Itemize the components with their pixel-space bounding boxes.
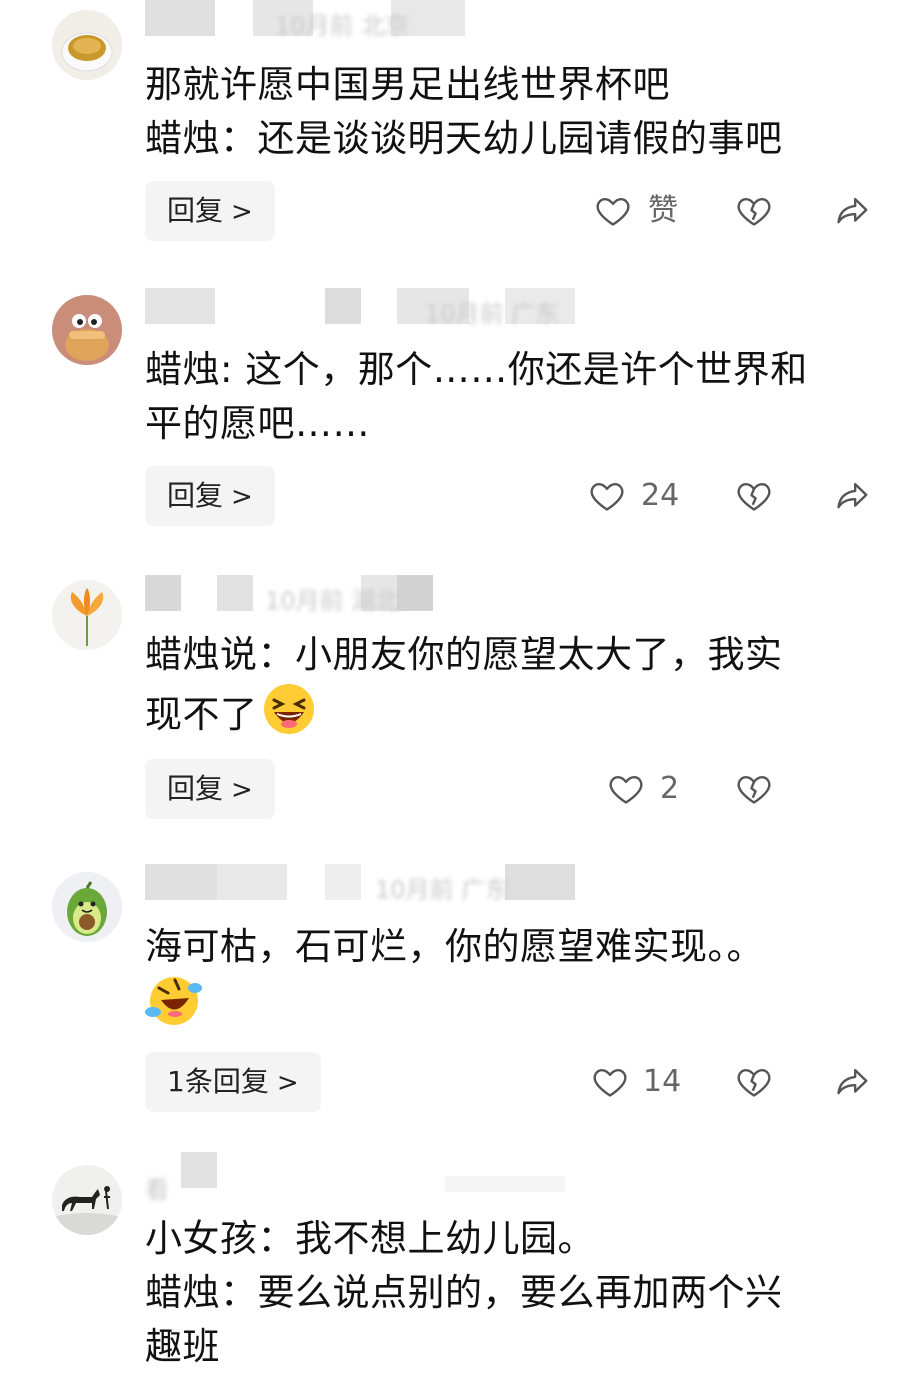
like-count: 14 — [643, 1064, 682, 1099]
comment-text: 蜡烛说：小朋友你的愿望太大了，我实 现不了 — [145, 628, 885, 751]
broken-heart-icon[interactable] — [735, 477, 773, 515]
cartoon-face-icon — [52, 295, 122, 365]
meta-text: 10月前 广东 — [425, 300, 560, 328]
share-arrow-icon[interactable] — [833, 1063, 871, 1101]
blurred-user-meta: 10月前 广东 — [145, 864, 585, 904]
meta-text: 10月前 广东 — [375, 876, 510, 904]
like-count: 24 — [641, 478, 680, 513]
blurred-user-meta: 10月前 北京 — [145, 0, 585, 40]
avatar[interactable] — [52, 580, 122, 650]
heart-outline-icon[interactable] — [607, 770, 645, 808]
avatar[interactable] — [52, 10, 122, 80]
reply-button[interactable]: 回复 > — [145, 759, 275, 819]
chevron-right-icon: > — [231, 775, 253, 805]
lily-flower-icon — [52, 580, 122, 650]
rolling-laugh-emoji-icon — [145, 974, 203, 1043]
laughing-emoji-icon — [262, 682, 316, 751]
meta-text: 看 — [145, 1176, 169, 1204]
blurred-user-meta: 看 — [145, 1152, 585, 1204]
broken-heart-icon[interactable] — [735, 1063, 773, 1101]
broken-heart-icon[interactable] — [735, 770, 773, 808]
tea-cup-icon — [52, 10, 122, 80]
chevron-right-icon: > — [231, 482, 253, 512]
comment-text: 那就许愿中国男足出线世界杯吧 蜡烛：还是谈谈明天幼儿园请假的事吧 — [145, 63, 783, 160]
reply-button[interactable]: 回复 > — [145, 466, 275, 526]
broken-heart-icon[interactable] — [735, 192, 773, 230]
avocado-icon — [52, 872, 122, 942]
avatar[interactable] — [52, 1165, 122, 1235]
chevron-right-icon: > — [276, 1068, 299, 1098]
comment-text: 海可枯，石可烂，你的愿望难实现。。 — [145, 920, 885, 1043]
comment-text: 小女孩：我不想上幼儿园。 蜡烛：要么说点别的，要么再加两个兴 趣班 — [145, 1217, 783, 1368]
ink-horse-icon — [52, 1165, 122, 1235]
avatar[interactable] — [52, 872, 122, 942]
meta-text: 10月前 湖北 — [265, 587, 400, 615]
chevron-right-icon: > — [231, 197, 253, 227]
meta-text: 10月前 北京 — [275, 12, 410, 40]
heart-outline-icon[interactable] — [591, 1063, 629, 1101]
share-arrow-icon[interactable] — [833, 477, 871, 515]
heart-outline-icon[interactable] — [588, 477, 626, 515]
like-label: 赞 — [648, 193, 678, 228]
comment-text: 蜡烛: 这个，那个……你还是许个世界和 平的愿吧…… — [145, 348, 808, 445]
reply-button[interactable]: 回复 > — [145, 181, 275, 241]
share-arrow-icon[interactable] — [833, 192, 871, 230]
avatar[interactable] — [52, 295, 122, 365]
blurred-user-meta: 10月前 广东 — [145, 288, 585, 328]
blurred-user-meta: 10月前 湖北 — [145, 575, 585, 615]
reply-button[interactable]: 1条回复 > — [145, 1052, 321, 1112]
heart-outline-icon[interactable] — [594, 192, 632, 230]
like-count: 2 — [660, 771, 680, 806]
